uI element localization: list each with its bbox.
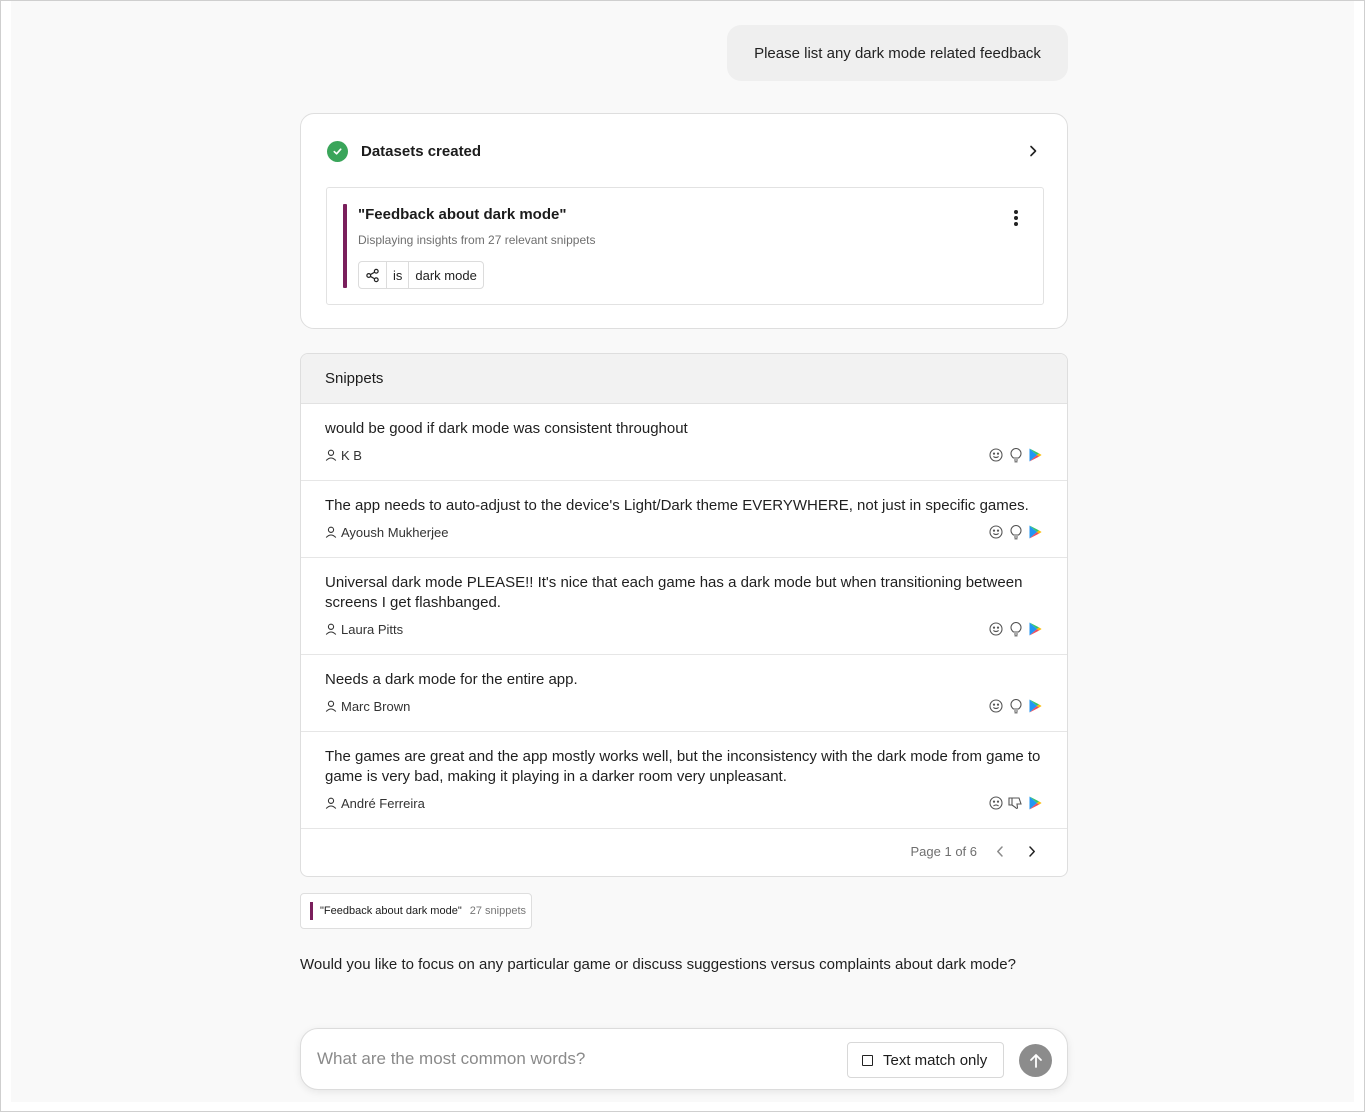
snippet-badges (988, 698, 1043, 714)
dataset-accent-bar (343, 204, 347, 288)
dataset-reference-tag[interactable]: "Feedback about dark mode" 27 snippets (300, 893, 532, 929)
page-indicator: Page 1 of 6 (910, 844, 978, 859)
dataset-name: "Feedback about dark mode" (358, 206, 567, 223)
snippet-badges (988, 621, 1043, 637)
more-options-icon[interactable] (1007, 208, 1025, 228)
snippet-badges (988, 447, 1043, 463)
google-play-icon (1028, 796, 1043, 811)
datasets-title: Datasets created (361, 142, 482, 160)
snippet-author-name: K B (341, 447, 362, 463)
snippet-text: The games are great and the app mostly w… (325, 748, 1041, 785)
filter-value: dark mode (415, 267, 477, 283)
message-input[interactable] (317, 1047, 817, 1071)
snippet-text: The app needs to auto-adjust to the devi… (325, 497, 1029, 514)
smile-icon (988, 699, 1003, 714)
user-icon (325, 797, 337, 809)
lightbulb-icon (1008, 698, 1023, 714)
snippet-author: Ayoush Mukherjee (325, 525, 448, 540)
snippet-author: André Ferreira (325, 796, 425, 811)
filter-operator: is (387, 262, 410, 288)
dataset-filter-chip[interactable]: is dark mode (358, 261, 484, 289)
datasets-header[interactable]: Datasets created (327, 140, 1041, 162)
check-circle-icon (327, 140, 348, 162)
assistant-message: Would you like to focus on any particula… (300, 956, 1016, 973)
chevron-right-icon[interactable] (1023, 843, 1041, 861)
snippet-meta: Marc Brown (325, 696, 1043, 716)
snippet-row[interactable]: Universal dark mode PLEASE!! It's nice t… (301, 558, 1067, 655)
snippets-header: Snippets (301, 354, 1067, 404)
snippet-row[interactable]: The app needs to auto-adjust to the devi… (301, 481, 1067, 558)
text-match-toggle[interactable]: Text match only (847, 1042, 1004, 1078)
snippet-meta: André Ferreira (325, 793, 1043, 813)
snippet-author-name: André Ferreira (341, 795, 425, 811)
frown-icon (988, 796, 1003, 811)
snippet-author: Laura Pitts (325, 622, 403, 637)
user-icon (325, 700, 337, 712)
snippet-text: would be good if dark mode was consisten… (325, 420, 688, 437)
snippet-meta: Laura Pitts (325, 619, 1043, 639)
google-play-icon (1028, 448, 1043, 463)
user-icon (325, 623, 337, 635)
smile-icon (988, 525, 1003, 540)
dataset-item[interactable]: "Feedback about dark mode" Displaying in… (326, 187, 1044, 305)
smile-icon (988, 622, 1003, 637)
dataset-tag-accent (310, 902, 313, 920)
text-match-label: Text match only (883, 1051, 988, 1069)
snippet-author-name: Ayoush Mukherjee (341, 524, 449, 540)
google-play-icon (1028, 699, 1043, 714)
snippets-list: would be good if dark mode was consisten… (301, 404, 1067, 829)
dataset-subtitle: Displaying insights from 27 relevant sni… (358, 233, 596, 247)
snippet-badges (988, 524, 1043, 540)
lightbulb-icon (1008, 621, 1023, 637)
snippet-meta: K B (325, 445, 1043, 465)
checkbox-icon[interactable] (862, 1054, 873, 1066)
dataset-tag-name: "Feedback about dark mode" (320, 905, 462, 917)
snippet-author-name: Laura Pitts (341, 621, 404, 637)
user-icon (325, 526, 337, 538)
lightbulb-icon (1008, 447, 1023, 463)
share-nodes-icon (359, 262, 387, 288)
arrow-up-icon (1029, 1053, 1042, 1068)
snippet-author: K B (325, 448, 362, 463)
thumbs-down-icon (1008, 796, 1023, 811)
dataset-tag-count: 27 snippets (469, 905, 526, 917)
google-play-icon (1028, 622, 1043, 637)
snippet-text: Universal dark mode PLEASE!! It's nice t… (325, 574, 1023, 611)
chevron-right-icon[interactable] (1025, 143, 1041, 159)
snippet-meta: Ayoush Mukherjee (325, 522, 1043, 542)
lightbulb-icon (1008, 524, 1023, 540)
pagination: Page 1 of 6 (301, 827, 1067, 876)
chevron-left-icon[interactable] (991, 843, 1009, 861)
snippet-text: Needs a dark mode for the entire app. (325, 671, 578, 688)
user-icon (325, 449, 337, 461)
send-button[interactable] (1019, 1044, 1052, 1077)
smile-icon (988, 448, 1003, 463)
snippet-row[interactable]: would be good if dark mode was consisten… (301, 404, 1067, 481)
datasets-created-card: Datasets created "Feedback about dark mo… (300, 113, 1068, 329)
snippet-row[interactable]: The games are great and the app mostly w… (301, 732, 1067, 829)
snippet-author-name: Marc Brown (341, 698, 411, 714)
snippet-author: Marc Brown (325, 699, 410, 714)
user-message-text: Please list any dark mode related feedba… (754, 44, 1041, 62)
message-composer: Text match only (300, 1028, 1068, 1090)
snippets-card: Snippets would be good if dark mode was … (300, 353, 1068, 877)
user-message-bubble: Please list any dark mode related feedba… (727, 25, 1068, 81)
google-play-icon (1028, 525, 1043, 540)
snippet-badges (988, 796, 1043, 811)
snippet-row[interactable]: Needs a dark mode for the entire app. Mar… (301, 655, 1067, 732)
